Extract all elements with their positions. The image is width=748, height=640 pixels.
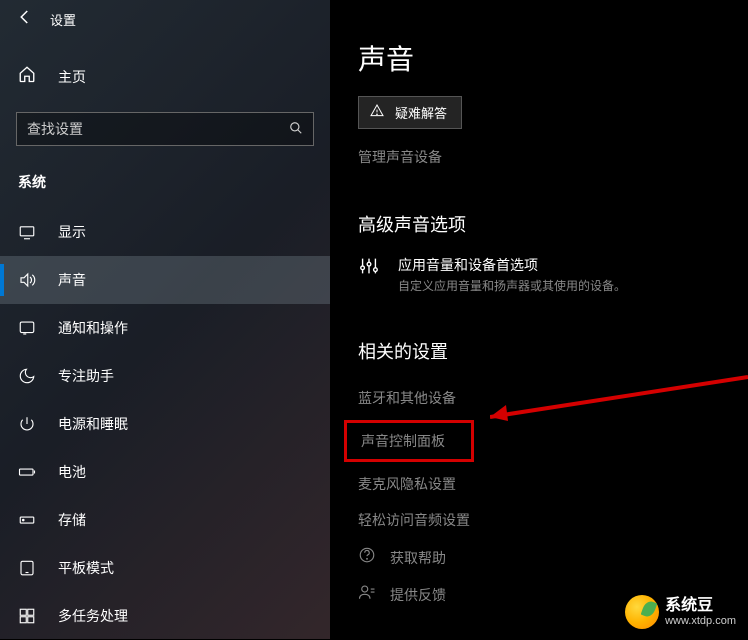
nav-multitask[interactable]: 多任务处理 xyxy=(0,592,330,640)
nav-sound[interactable]: 声音 xyxy=(0,256,330,304)
nav-display[interactable]: 显示 xyxy=(0,208,330,256)
nav-power-label: 电源和睡眠 xyxy=(58,414,128,434)
nav-notifications-label: 通知和操作 xyxy=(58,318,128,338)
search-input[interactable] xyxy=(27,121,289,137)
nav-focus[interactable]: 专注助手 xyxy=(0,352,330,400)
multitask-icon xyxy=(18,607,36,625)
search-icon xyxy=(289,121,303,138)
nav-focus-label: 专注助手 xyxy=(58,366,114,386)
nav-multitask-label: 多任务处理 xyxy=(58,606,128,626)
help-icon xyxy=(358,546,376,569)
nav-battery[interactable]: 电池 xyxy=(0,448,330,496)
back-button[interactable] xyxy=(16,8,34,31)
home-nav[interactable]: 主页 xyxy=(0,51,330,102)
tablet-icon xyxy=(18,559,36,577)
troubleshoot-icon xyxy=(369,103,385,122)
home-label: 主页 xyxy=(58,67,86,87)
nav-storage-label: 存储 xyxy=(58,510,86,530)
get-help-row[interactable]: 获取帮助 xyxy=(358,540,748,575)
sound-icon xyxy=(18,271,36,289)
get-help-label: 获取帮助 xyxy=(390,548,446,568)
app-volume-title: 应用音量和设备首选项 xyxy=(398,255,626,275)
power-icon xyxy=(18,415,36,433)
watermark: 系统豆 www.xtdp.com xyxy=(625,595,736,629)
section-system-label: 系统 xyxy=(0,164,330,208)
settings-title: 设置 xyxy=(50,10,76,29)
nav-sound-label: 声音 xyxy=(58,270,86,290)
watermark-url: www.xtdp.com xyxy=(665,615,736,627)
nav-battery-label: 电池 xyxy=(58,462,86,482)
sidebar: 设置 主页 系统 显示 声音 通知和操作 专注助手 电源和睡眠 电池 xyxy=(0,0,330,639)
watermark-name: 系统豆 xyxy=(665,597,736,615)
app-volume-desc: 自定义应用音量和扬声器或其使用的设备。 xyxy=(398,277,626,294)
troubleshoot-label: 疑难解答 xyxy=(395,103,447,122)
home-icon xyxy=(18,65,36,88)
mic-privacy-link[interactable]: 麦克风隐私设置 xyxy=(358,466,748,502)
nav-tablet-label: 平板模式 xyxy=(58,558,114,578)
display-icon xyxy=(18,223,36,241)
battery-icon xyxy=(18,463,36,481)
manage-devices-link[interactable]: 管理声音设备 xyxy=(358,147,748,167)
related-heading: 相关的设置 xyxy=(358,338,748,364)
advanced-heading: 高级声音选项 xyxy=(358,211,748,237)
feedback-icon xyxy=(358,583,376,606)
search-box[interactable] xyxy=(16,112,314,146)
feedback-label: 提供反馈 xyxy=(390,585,446,605)
bluetooth-link[interactable]: 蓝牙和其他设备 xyxy=(358,380,748,416)
main-content: 声音 疑难解答 管理声音设备 高级声音选项 应用音量和设备首选项 自定义应用音量… xyxy=(330,0,748,639)
storage-icon xyxy=(18,511,36,529)
troubleshoot-button[interactable]: 疑难解答 xyxy=(358,96,462,129)
nav-display-label: 显示 xyxy=(58,222,86,242)
sound-control-panel-link[interactable]: 声音控制面板 xyxy=(344,420,474,462)
watermark-logo-icon xyxy=(625,595,659,629)
ease-audio-link[interactable]: 轻松访问音频设置 xyxy=(358,502,748,538)
nav-storage[interactable]: 存储 xyxy=(0,496,330,544)
nav-notifications[interactable]: 通知和操作 xyxy=(0,304,330,352)
header-row: 设置 xyxy=(0,0,330,43)
app-volume-option[interactable]: 应用音量和设备首选项 自定义应用音量和扬声器或其使用的设备。 xyxy=(358,255,748,294)
page-title: 声音 xyxy=(358,38,748,78)
notifications-icon xyxy=(18,319,36,337)
related-settings: 相关的设置 蓝牙和其他设备 声音控制面板 麦克风隐私设置 轻松访问音频设置 xyxy=(358,338,748,538)
nav-power[interactable]: 电源和睡眠 xyxy=(0,400,330,448)
sliders-icon xyxy=(358,255,380,282)
focus-icon xyxy=(18,367,36,385)
nav-tablet[interactable]: 平板模式 xyxy=(0,544,330,592)
